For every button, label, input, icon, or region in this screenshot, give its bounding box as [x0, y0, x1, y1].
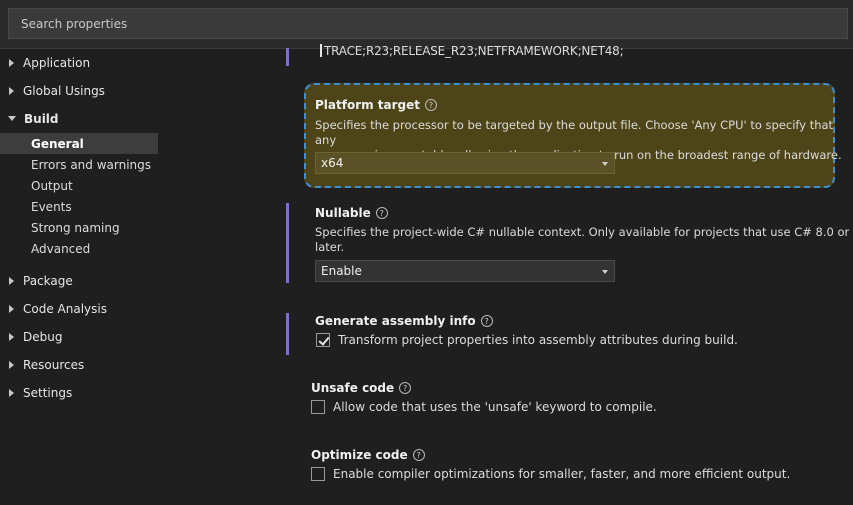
properties-panel: TRACE;R23;RELEASE_R23;NETFRAMEWORK;NET48… [286, 44, 853, 505]
help-icon[interactable]: ? [480, 315, 493, 327]
modified-indicator-bar [286, 313, 289, 355]
chevron-right-icon [9, 86, 14, 95]
chevron-down-icon [602, 270, 608, 274]
chevron-down-icon [8, 116, 16, 121]
chevron-right-icon [9, 360, 14, 369]
sidebar-item-debug[interactable]: Debug [0, 326, 158, 347]
checkbox-label: Enable compiler optimizations for smalle… [333, 467, 791, 481]
nullable-value: Enable [321, 264, 362, 278]
chevron-down-icon [602, 162, 608, 166]
help-icon[interactable]: ? [375, 207, 388, 219]
text-cursor [320, 44, 322, 57]
generate-assembly-info-option[interactable]: Transform project properties into assemb… [316, 333, 738, 347]
nullable-title: Nullable ? [315, 206, 388, 220]
platform-target-value: x64 [321, 156, 344, 170]
search-input[interactable] [8, 8, 848, 39]
desc-line: later. [315, 240, 345, 254]
sidebar-item-code-analysis[interactable]: Code Analysis [0, 298, 158, 319]
desc-line: Specifies the processor to be targeted b… [315, 118, 834, 147]
sidebar: Application Global Usings Build General … [0, 48, 160, 505]
optimize-code-option[interactable]: Enable compiler optimizations for smalle… [311, 467, 790, 481]
sidebar-item-resources[interactable]: Resources [0, 354, 158, 375]
optimize-code-checkbox[interactable] [311, 467, 325, 481]
unsafe-code-checkbox[interactable] [311, 400, 325, 414]
sidebar-item-label: Package [23, 273, 73, 288]
nullable-description: Specifies the project-wide C# nullable c… [315, 225, 849, 255]
nullable-title-text: Nullable [315, 206, 371, 220]
sidebar-item-label: Global Usings [23, 83, 105, 98]
unsafe-code-option[interactable]: Allow code that uses the 'unsafe' keywor… [311, 400, 657, 414]
checkbox-label: Allow code that uses the 'unsafe' keywor… [333, 400, 657, 414]
sidebar-item-package[interactable]: Package [0, 270, 158, 291]
sidebar-item-label: Code Analysis [23, 301, 107, 316]
desc-line: Specifies the project-wide C# nullable c… [315, 225, 850, 239]
optimize-code-title: Optimize code ? [311, 448, 425, 462]
sidebar-subitem-events[interactable]: Events [0, 196, 158, 217]
chevron-right-icon [9, 332, 14, 341]
nullable-dropdown[interactable]: Enable [315, 260, 615, 282]
chevron-right-icon [9, 304, 14, 313]
help-icon[interactable]: ? [425, 99, 438, 111]
sidebar-item-global-usings[interactable]: Global Usings [0, 80, 158, 101]
help-icon[interactable]: ? [399, 382, 412, 394]
sidebar-item-label: Settings [23, 385, 73, 400]
sidebar-subitem-advanced[interactable]: Advanced [0, 238, 158, 259]
sidebar-item-label: Application [23, 55, 91, 70]
sidebar-subitem-general[interactable]: General [0, 133, 158, 154]
sidebar-item-label: Resources [23, 357, 85, 372]
platform-target-title: Platform target ? [315, 98, 438, 112]
optimize-code-title-text: Optimize code [311, 448, 408, 462]
constants-value: TRACE;R23;RELEASE_R23;NETFRAMEWORK;NET48… [324, 44, 624, 58]
sidebar-item-settings[interactable]: Settings [0, 382, 158, 403]
sidebar-subitem-strong-naming[interactable]: Strong naming [0, 217, 158, 238]
chevron-right-icon [9, 388, 14, 397]
unsafe-code-title-text: Unsafe code [311, 381, 395, 395]
sidebar-item-application[interactable]: Application [0, 52, 158, 73]
chevron-right-icon [9, 276, 14, 285]
checkbox-label: Transform project properties into assemb… [338, 333, 738, 347]
sidebar-item-label: Build [24, 111, 59, 126]
sidebar-item-build[interactable]: Build [0, 108, 158, 129]
generate-assembly-info-title: Generate assembly info ? [315, 314, 493, 328]
help-icon[interactable]: ? [412, 449, 425, 461]
platform-target-dropdown[interactable]: x64 [315, 152, 615, 174]
sidebar-item-label: Debug [23, 329, 63, 344]
sidebar-subitem-errors-and-warnings[interactable]: Errors and warnings [0, 154, 158, 175]
search-bar [0, 0, 853, 49]
generate-assembly-info-title-text: Generate assembly info [315, 314, 476, 328]
modified-indicator-bar [286, 203, 289, 283]
sidebar-subitem-output[interactable]: Output [0, 175, 158, 196]
chevron-right-icon [9, 58, 14, 67]
modified-indicator-bar [286, 48, 289, 66]
unsafe-code-title: Unsafe code ? [311, 381, 412, 395]
platform-target-title-text: Platform target [315, 98, 421, 112]
constants-field[interactable]: TRACE;R23;RELEASE_R23;NETFRAMEWORK;NET48… [320, 44, 624, 58]
generate-assembly-info-checkbox[interactable] [316, 333, 330, 347]
